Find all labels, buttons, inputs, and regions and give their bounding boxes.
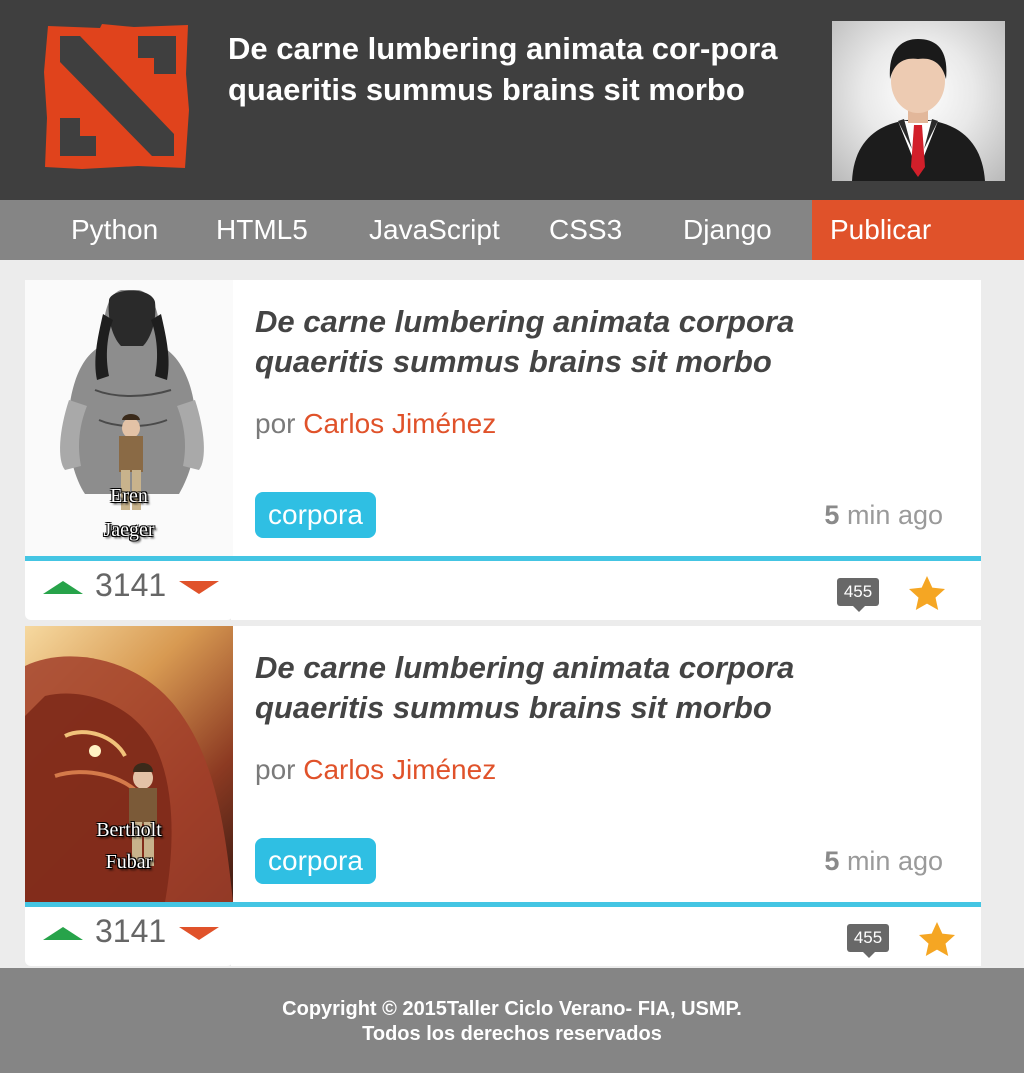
nav-item-css3[interactable]: CSS3 — [549, 200, 622, 260]
businessman-avatar-icon — [852, 39, 985, 181]
main-nav: Python HTML5 JavaScript CSS3 Django Publ… — [0, 200, 1024, 260]
post-time: 5 min ago — [824, 846, 943, 877]
thumbnail-caption-line2: Jaeger — [103, 519, 155, 541]
upvote-arrow-icon[interactable] — [43, 927, 83, 940]
vote-score: 3141 — [95, 913, 167, 949]
star-icon[interactable] — [907, 574, 947, 614]
time-value: 5 — [824, 846, 840, 876]
post-card: Eren Jaeger De carne lumbering animata c… — [25, 280, 981, 620]
post-title[interactable]: De carne lumbering animata corpora quaer… — [255, 648, 875, 728]
publish-button[interactable]: Publicar — [812, 200, 1024, 260]
vote-score: 3141 — [95, 567, 167, 603]
upvote-arrow-icon[interactable] — [43, 581, 83, 594]
time-unit: min ago — [846, 500, 943, 530]
post-card: Bertholt Fubar De carne lumbering animat… — [25, 626, 981, 966]
post-byline: por Carlos Jiménez — [255, 754, 496, 786]
rights-text: Todos los derechos reservados — [362, 1023, 662, 1045]
post-byline: por Carlos Jiménez — [255, 408, 496, 440]
site-footer: Copyright © 2015Taller Ciclo Verano- FIA… — [0, 968, 1024, 1073]
author-link[interactable]: Carlos Jiménez — [303, 408, 496, 439]
downvote-arrow-icon[interactable] — [179, 927, 219, 940]
post-thumbnail[interactable]: Eren Jaeger — [25, 280, 233, 556]
comment-count-icon[interactable]: 455 — [847, 924, 889, 958]
dota-logo-icon[interactable] — [42, 22, 192, 170]
downvote-arrow-icon[interactable] — [179, 581, 219, 594]
nav-item-html5[interactable]: HTML5 — [216, 200, 308, 260]
nav-item-python[interactable]: Python — [71, 200, 158, 260]
copyright-text: Copyright © 2015Taller Ciclo Verano- FIA… — [282, 998, 742, 1020]
site-title: De carne lumbering animata cor-pora quae… — [228, 31, 778, 107]
post-divider — [25, 556, 981, 561]
author-link[interactable]: Carlos Jiménez — [303, 754, 496, 785]
site-header: De carne lumbering animata cor-pora quae… — [0, 0, 1024, 200]
nav-item-django[interactable]: Django — [683, 200, 772, 260]
comment-count-icon[interactable]: 455 — [837, 578, 879, 612]
tag-badge[interactable]: corpora — [255, 492, 376, 538]
thumbnail-caption-line1: Bertholt — [96, 819, 162, 841]
byline-prefix: por — [255, 408, 296, 439]
tag-badge[interactable]: corpora — [255, 838, 376, 884]
nav-item-javascript[interactable]: JavaScript — [369, 200, 500, 260]
post-time: 5 min ago — [824, 500, 943, 531]
user-avatar[interactable] — [832, 21, 1005, 181]
post-divider — [25, 902, 981, 907]
time-value: 5 — [824, 500, 840, 530]
post-thumbnail[interactable]: Bertholt Fubar — [25, 626, 233, 902]
thumbnail-caption-line2: Fubar — [105, 851, 153, 873]
thumbnail-caption-line1: Eren — [110, 485, 148, 507]
post-title[interactable]: De carne lumbering animata corpora quaer… — [255, 302, 875, 382]
byline-prefix: por — [255, 754, 296, 785]
time-unit: min ago — [846, 846, 943, 876]
star-icon[interactable] — [917, 920, 957, 960]
